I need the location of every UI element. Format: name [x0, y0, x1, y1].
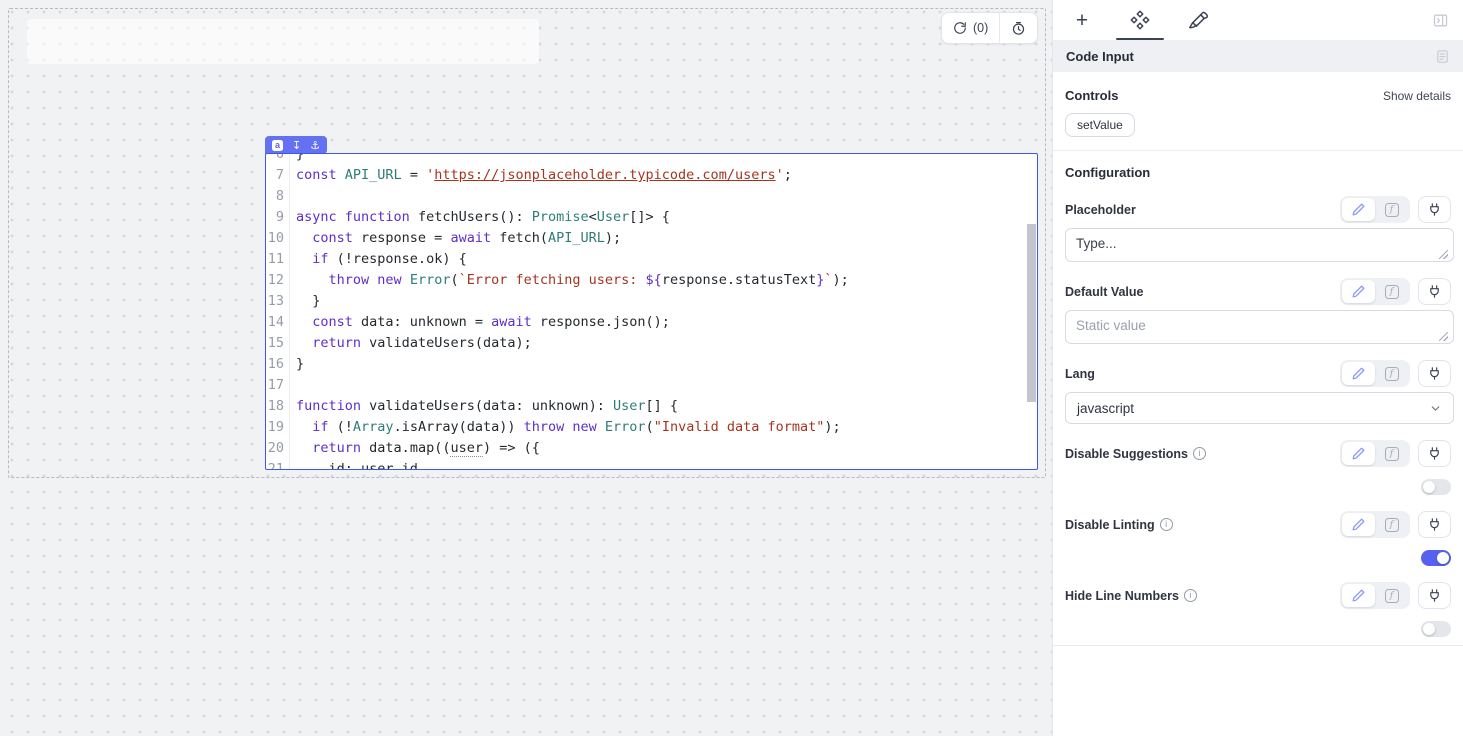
code-editor-scrollbar[interactable] — [1027, 224, 1036, 402]
widget-title-bar: Code Input — [1053, 40, 1463, 72]
hide-line-numbers-toggle[interactable] — [1421, 621, 1451, 637]
editor-canvas[interactable]: (0) a ↧ ⚓ 6}7const API_URL = 'https://js… — [0, 0, 1052, 736]
plug-icon[interactable] — [1418, 582, 1451, 609]
document-icon[interactable] — [1435, 49, 1450, 64]
code-input-widget[interactable]: 6}7const API_URL = 'https://jsonplacehol… — [265, 153, 1038, 470]
binding-mode-segment: f — [1340, 278, 1410, 305]
field-default-value: Default Value f — [1065, 278, 1451, 344]
fx-icon[interactable]: f — [1375, 584, 1408, 607]
letter-a-icon[interactable]: a — [272, 140, 283, 151]
tab-add-components[interactable]: + — [1053, 0, 1111, 40]
field-lang: Lang f javascript — [1065, 360, 1451, 424]
disable-linting-label: Disable Linting — [1065, 518, 1155, 532]
field-disable-suggestions: Disable Suggestions i f — [1065, 440, 1451, 495]
default-value-label: Default Value — [1065, 285, 1144, 299]
binding-mode-segment: f — [1340, 582, 1410, 609]
disable-suggestions-label: Disable Suggestions — [1065, 447, 1188, 461]
inspector-tabs: + — [1053, 0, 1463, 40]
lang-label: Lang — [1065, 367, 1095, 381]
tab-component-properties[interactable] — [1111, 0, 1169, 40]
canvas-control-group: (0) — [941, 12, 1038, 44]
lang-select[interactable]: javascript — [1065, 392, 1454, 424]
refresh-icon — [953, 21, 967, 35]
code-editor[interactable]: 6}7const API_URL = 'https://jsonplacehol… — [266, 154, 1037, 469]
arrow-down-to-line-icon[interactable]: ↧ — [292, 140, 301, 151]
widget-selection-toolbar: a ↧ ⚓ — [265, 136, 327, 154]
default-value-input[interactable] — [1065, 310, 1454, 344]
binding-mode-segment: f — [1340, 440, 1410, 467]
pencil-icon[interactable] — [1342, 513, 1375, 536]
fx-icon[interactable]: f — [1375, 198, 1408, 221]
info-icon[interactable]: i — [1184, 589, 1197, 602]
history-button[interactable] — [1000, 13, 1037, 43]
lang-select-value: javascript — [1077, 401, 1134, 416]
hide-line-numbers-label: Hide Line Numbers — [1065, 589, 1179, 603]
chevron-down-icon — [1429, 402, 1442, 415]
configuration-section-title: Configuration — [1065, 165, 1451, 180]
anchor-icon[interactable]: ⚓ — [310, 140, 320, 151]
plug-icon[interactable] — [1418, 360, 1451, 387]
collapse-panel-icon — [1432, 12, 1449, 29]
pencil-icon[interactable] — [1342, 362, 1375, 385]
binding-mode-segment: f — [1340, 360, 1410, 387]
plug-icon[interactable] — [1418, 511, 1451, 538]
section-divider — [1053, 150, 1463, 151]
binding-mode-segment: f — [1340, 196, 1410, 223]
info-icon[interactable]: i — [1193, 447, 1206, 460]
refresh-button[interactable]: (0) — [942, 13, 999, 43]
controls-section-title: Controls — [1065, 88, 1118, 103]
collapse-panel-button[interactable] — [1432, 12, 1449, 29]
field-placeholder: Placeholder f — [1065, 196, 1451, 262]
plug-icon[interactable] — [1418, 196, 1451, 223]
refresh-count: (0) — [973, 21, 988, 35]
history-icon — [1011, 21, 1026, 36]
placeholder-input[interactable] — [1065, 228, 1454, 262]
disable-suggestions-toggle[interactable] — [1421, 479, 1451, 495]
show-details-link[interactable]: Show details — [1383, 89, 1451, 103]
field-hide-line-numbers: Hide Line Numbers i f — [1065, 582, 1451, 637]
tab-styles[interactable] — [1169, 0, 1227, 40]
app-root: (0) a ↧ ⚓ 6}7const API_URL = 'https://js… — [0, 0, 1463, 736]
plus-icon: + — [1076, 10, 1088, 31]
pencil-icon[interactable] — [1342, 584, 1375, 607]
fx-icon[interactable]: f — [1375, 513, 1408, 536]
fx-icon[interactable]: f — [1375, 442, 1408, 465]
pencil-icon[interactable] — [1342, 442, 1375, 465]
plug-icon[interactable] — [1418, 278, 1451, 305]
code-lines: 6}7const API_URL = 'https://jsonplacehol… — [266, 154, 1037, 469]
plug-icon[interactable] — [1418, 440, 1451, 467]
panel-bottom-divider — [1053, 645, 1463, 646]
widget-title: Code Input — [1066, 49, 1134, 64]
empty-widget-placeholder[interactable] — [27, 19, 539, 64]
placeholder-label: Placeholder — [1065, 203, 1136, 217]
binding-mode-segment: f — [1340, 511, 1410, 538]
inspector-panel: + — [1052, 0, 1463, 736]
styles-brush-icon — [1188, 10, 1209, 31]
pencil-icon[interactable] — [1342, 280, 1375, 303]
setvalue-action-button[interactable]: setValue — [1065, 113, 1135, 137]
components-icon — [1129, 9, 1151, 31]
fx-icon[interactable]: f — [1375, 362, 1408, 385]
pencil-icon[interactable] — [1342, 198, 1375, 221]
fx-icon[interactable]: f — [1375, 280, 1408, 303]
field-disable-linting: Disable Linting i f — [1065, 511, 1451, 566]
info-icon[interactable]: i — [1160, 518, 1173, 531]
disable-linting-toggle[interactable] — [1421, 550, 1451, 566]
